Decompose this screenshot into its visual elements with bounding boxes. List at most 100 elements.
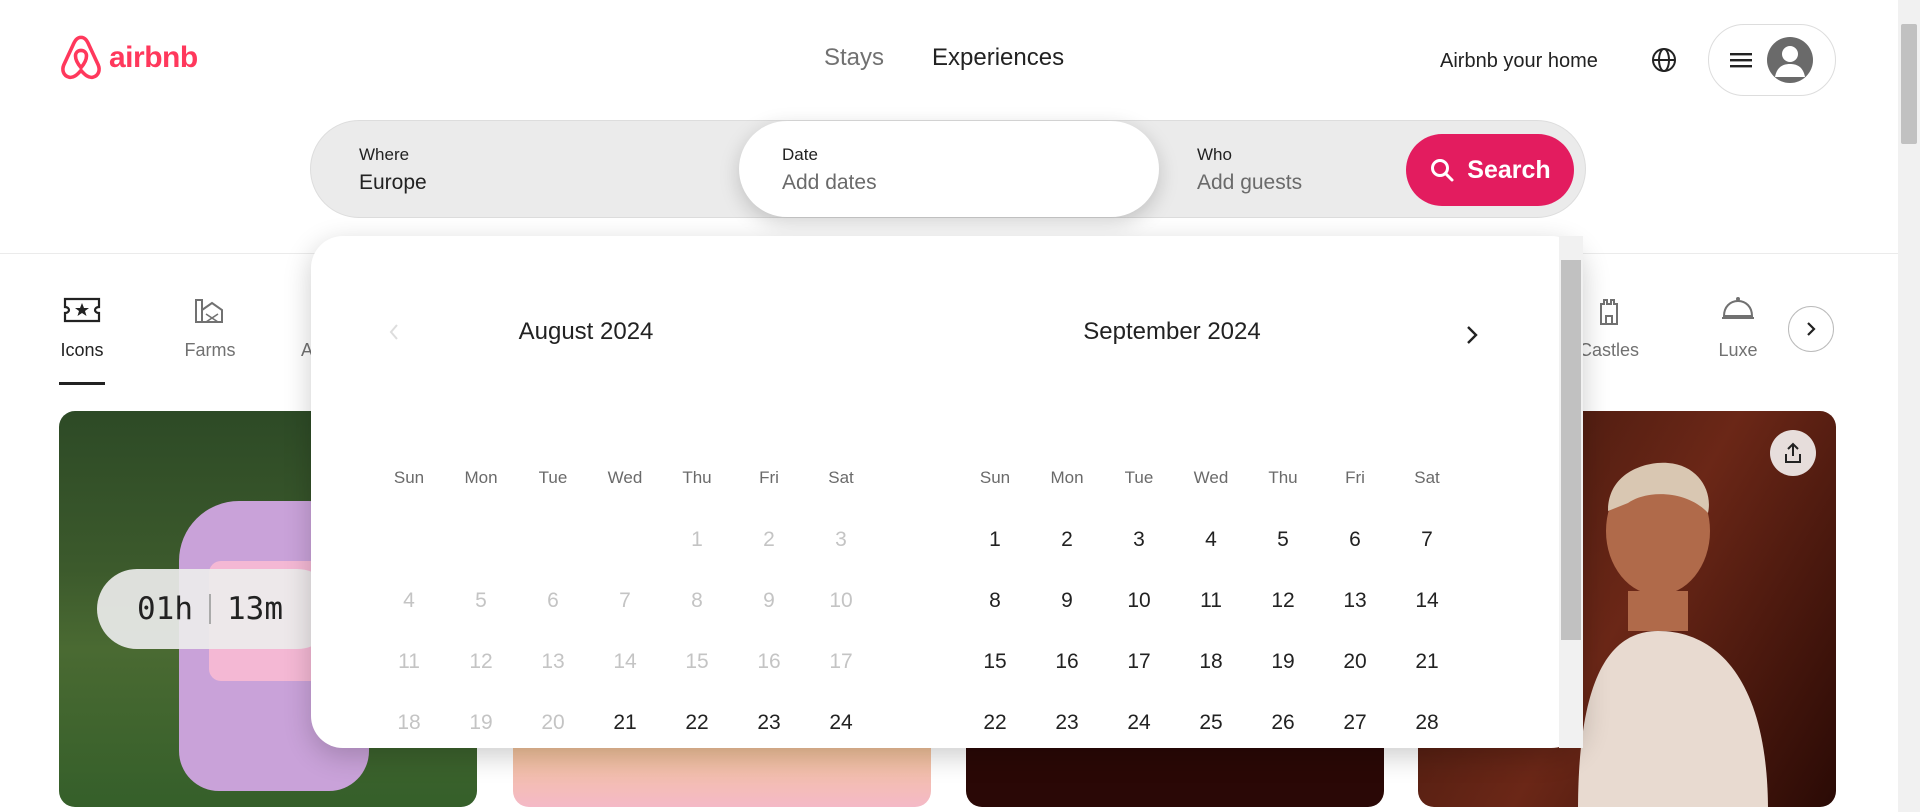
- calendar-day[interactable]: 27: [1319, 711, 1391, 735]
- month-september: September 2024 Sun Mon Tue Wed Thu Fri Sat 1 2 3 4…: [950, 318, 1440, 734]
- calendar-day[interactable]: 20: [1319, 650, 1391, 674]
- weekday-label: Mon: [464, 468, 498, 487]
- calendar-day[interactable]: 23: [733, 711, 805, 735]
- calendar-day[interactable]: 26: [1247, 711, 1319, 735]
- category-luxe[interactable]: Luxe: [1716, 290, 1760, 361]
- weekday-label: Sun: [393, 468, 425, 487]
- calendar-day: 2: [763, 528, 775, 551]
- calendar-day[interactable]: 1: [959, 528, 1031, 552]
- where-value[interactable]: Europe: [359, 171, 691, 195]
- calendar-day: 5: [475, 589, 487, 612]
- calendar-day: 18: [397, 711, 421, 734]
- category-farms[interactable]: Farms: [180, 290, 240, 361]
- timer-separator: [209, 594, 211, 624]
- calendar-day[interactable]: 23: [1031, 711, 1103, 735]
- next-month-button[interactable]: [1457, 320, 1487, 350]
- category-castles[interactable]: Castles: [1578, 290, 1640, 361]
- timer-minutes: 13m: [227, 591, 283, 627]
- month-title: August 2024: [518, 318, 654, 345]
- where-label: Where: [359, 145, 410, 164]
- calendar-day[interactable]: 18: [1175, 650, 1247, 674]
- weekday-label: Tue: [538, 468, 568, 487]
- calendar-day[interactable]: 8: [959, 589, 1031, 613]
- airbnb-your-home-link[interactable]: Airbnb your home: [1440, 50, 1598, 73]
- calendar-day[interactable]: 21: [589, 711, 661, 735]
- castle-icon: [1600, 299, 1618, 325]
- calendar-day: 19: [469, 711, 493, 734]
- tab-experiences[interactable]: Experiences: [932, 44, 1064, 72]
- month-august: August 2024 Sun Mon Tue Wed Thu Fri Sat 1 2 3 4 5 6 7…: [364, 318, 854, 734]
- calendar-day[interactable]: 16: [1031, 650, 1103, 674]
- calendar-day[interactable]: 2: [1031, 528, 1103, 552]
- date-field[interactable]: Date Add dates: [739, 121, 1159, 217]
- calendar-day: 8: [691, 589, 703, 612]
- airbnb-logo-icon: [61, 35, 101, 80]
- profile-menu-button[interactable]: [1708, 24, 1836, 96]
- calendar-day[interactable]: 14: [1391, 589, 1463, 613]
- share-icon: [1785, 442, 1801, 463]
- weekday-header-row: Sun Mon Tue Wed Thu Fri Sat: [959, 468, 1463, 488]
- search-bar: Where Europe Date Add dates Who Add gues…: [310, 120, 1586, 218]
- calendar-day[interactable]: 10: [1103, 589, 1175, 613]
- calendar-scrollbar[interactable]: [1559, 236, 1583, 748]
- calendar-day[interactable]: 24: [805, 711, 877, 735]
- date-placeholder[interactable]: Add dates: [782, 171, 1111, 195]
- calendar-day[interactable]: 22: [661, 711, 733, 735]
- weekday-label: Thu: [682, 468, 712, 487]
- calendar-day[interactable]: 22: [959, 711, 1031, 735]
- calendar-day[interactable]: 6: [1319, 528, 1391, 552]
- date-picker-panel: August 2024 Sun Mon Tue Wed Thu Fri Sat 1 2 3 4 5 6 7…: [311, 236, 1583, 748]
- cloche-icon: [1722, 297, 1754, 319]
- calendar-day[interactable]: 7: [1391, 528, 1463, 552]
- countdown-timer: 01h 13m: [97, 569, 337, 649]
- calendar-day[interactable]: 4: [1175, 528, 1247, 552]
- user-avatar-icon: [1767, 37, 1813, 83]
- calendar-day[interactable]: 17: [1103, 650, 1175, 674]
- calendar-day[interactable]: 13: [1319, 589, 1391, 613]
- calendar-day[interactable]: 21: [1391, 650, 1463, 674]
- calendar-day: 12: [469, 650, 493, 673]
- calendar-day: 15: [685, 650, 709, 673]
- page-scrollbar[interactable]: [1898, 0, 1920, 812]
- month-title: September 2024: [1083, 318, 1261, 345]
- category-label: Luxe: [1718, 340, 1758, 360]
- share-button[interactable]: [1770, 430, 1816, 476]
- calendar-day: 13: [541, 650, 565, 673]
- who-placeholder[interactable]: Add guests: [1197, 171, 1361, 195]
- calendar-day: 17: [829, 650, 853, 673]
- categories-next-button[interactable]: [1788, 306, 1834, 352]
- calendar-day: 6: [547, 589, 559, 612]
- search-icon: [1431, 159, 1454, 182]
- calendar-day: 4: [403, 589, 415, 612]
- weekday-label: Wed: [607, 468, 643, 487]
- page-scrollbar-thumb[interactable]: [1901, 24, 1917, 144]
- globe-icon[interactable]: [1650, 46, 1678, 74]
- category-label: Icons: [60, 340, 104, 360]
- calendar-day[interactable]: 19: [1247, 650, 1319, 674]
- calendar-day[interactable]: 28: [1391, 711, 1463, 735]
- category-icons[interactable]: Icons: [59, 290, 105, 385]
- calendar-day[interactable]: 11: [1175, 589, 1247, 613]
- portrait-image: [1578, 462, 1768, 807]
- calendar-day: 9: [763, 589, 775, 612]
- calendar-day[interactable]: 5: [1247, 528, 1319, 552]
- search-button[interactable]: Search: [1406, 134, 1574, 206]
- weekday-label: Sun: [979, 468, 1011, 487]
- where-field[interactable]: Where Europe: [311, 121, 739, 217]
- weekday-label: Thu: [1268, 468, 1298, 487]
- calendar-day[interactable]: 3: [1103, 528, 1175, 552]
- date-label: Date: [782, 145, 818, 164]
- calendar-day[interactable]: 15: [959, 650, 1031, 674]
- calendar-day[interactable]: 12: [1247, 589, 1319, 613]
- airbnb-logo[interactable]: airbnb: [59, 34, 198, 82]
- calendar-scrollbar-thumb[interactable]: [1561, 260, 1581, 640]
- calendar-day: 3: [835, 528, 847, 551]
- weekday-label: Fri: [1345, 468, 1365, 487]
- calendar-day[interactable]: 25: [1175, 711, 1247, 735]
- calendar-day[interactable]: 24: [1103, 711, 1175, 735]
- calendar-day: 7: [619, 589, 631, 612]
- calendar-day[interactable]: 9: [1031, 589, 1103, 613]
- farm-icon: [195, 299, 223, 323]
- who-field[interactable]: Who Add guests: [1159, 121, 1409, 217]
- tab-stays[interactable]: Stays: [824, 44, 884, 72]
